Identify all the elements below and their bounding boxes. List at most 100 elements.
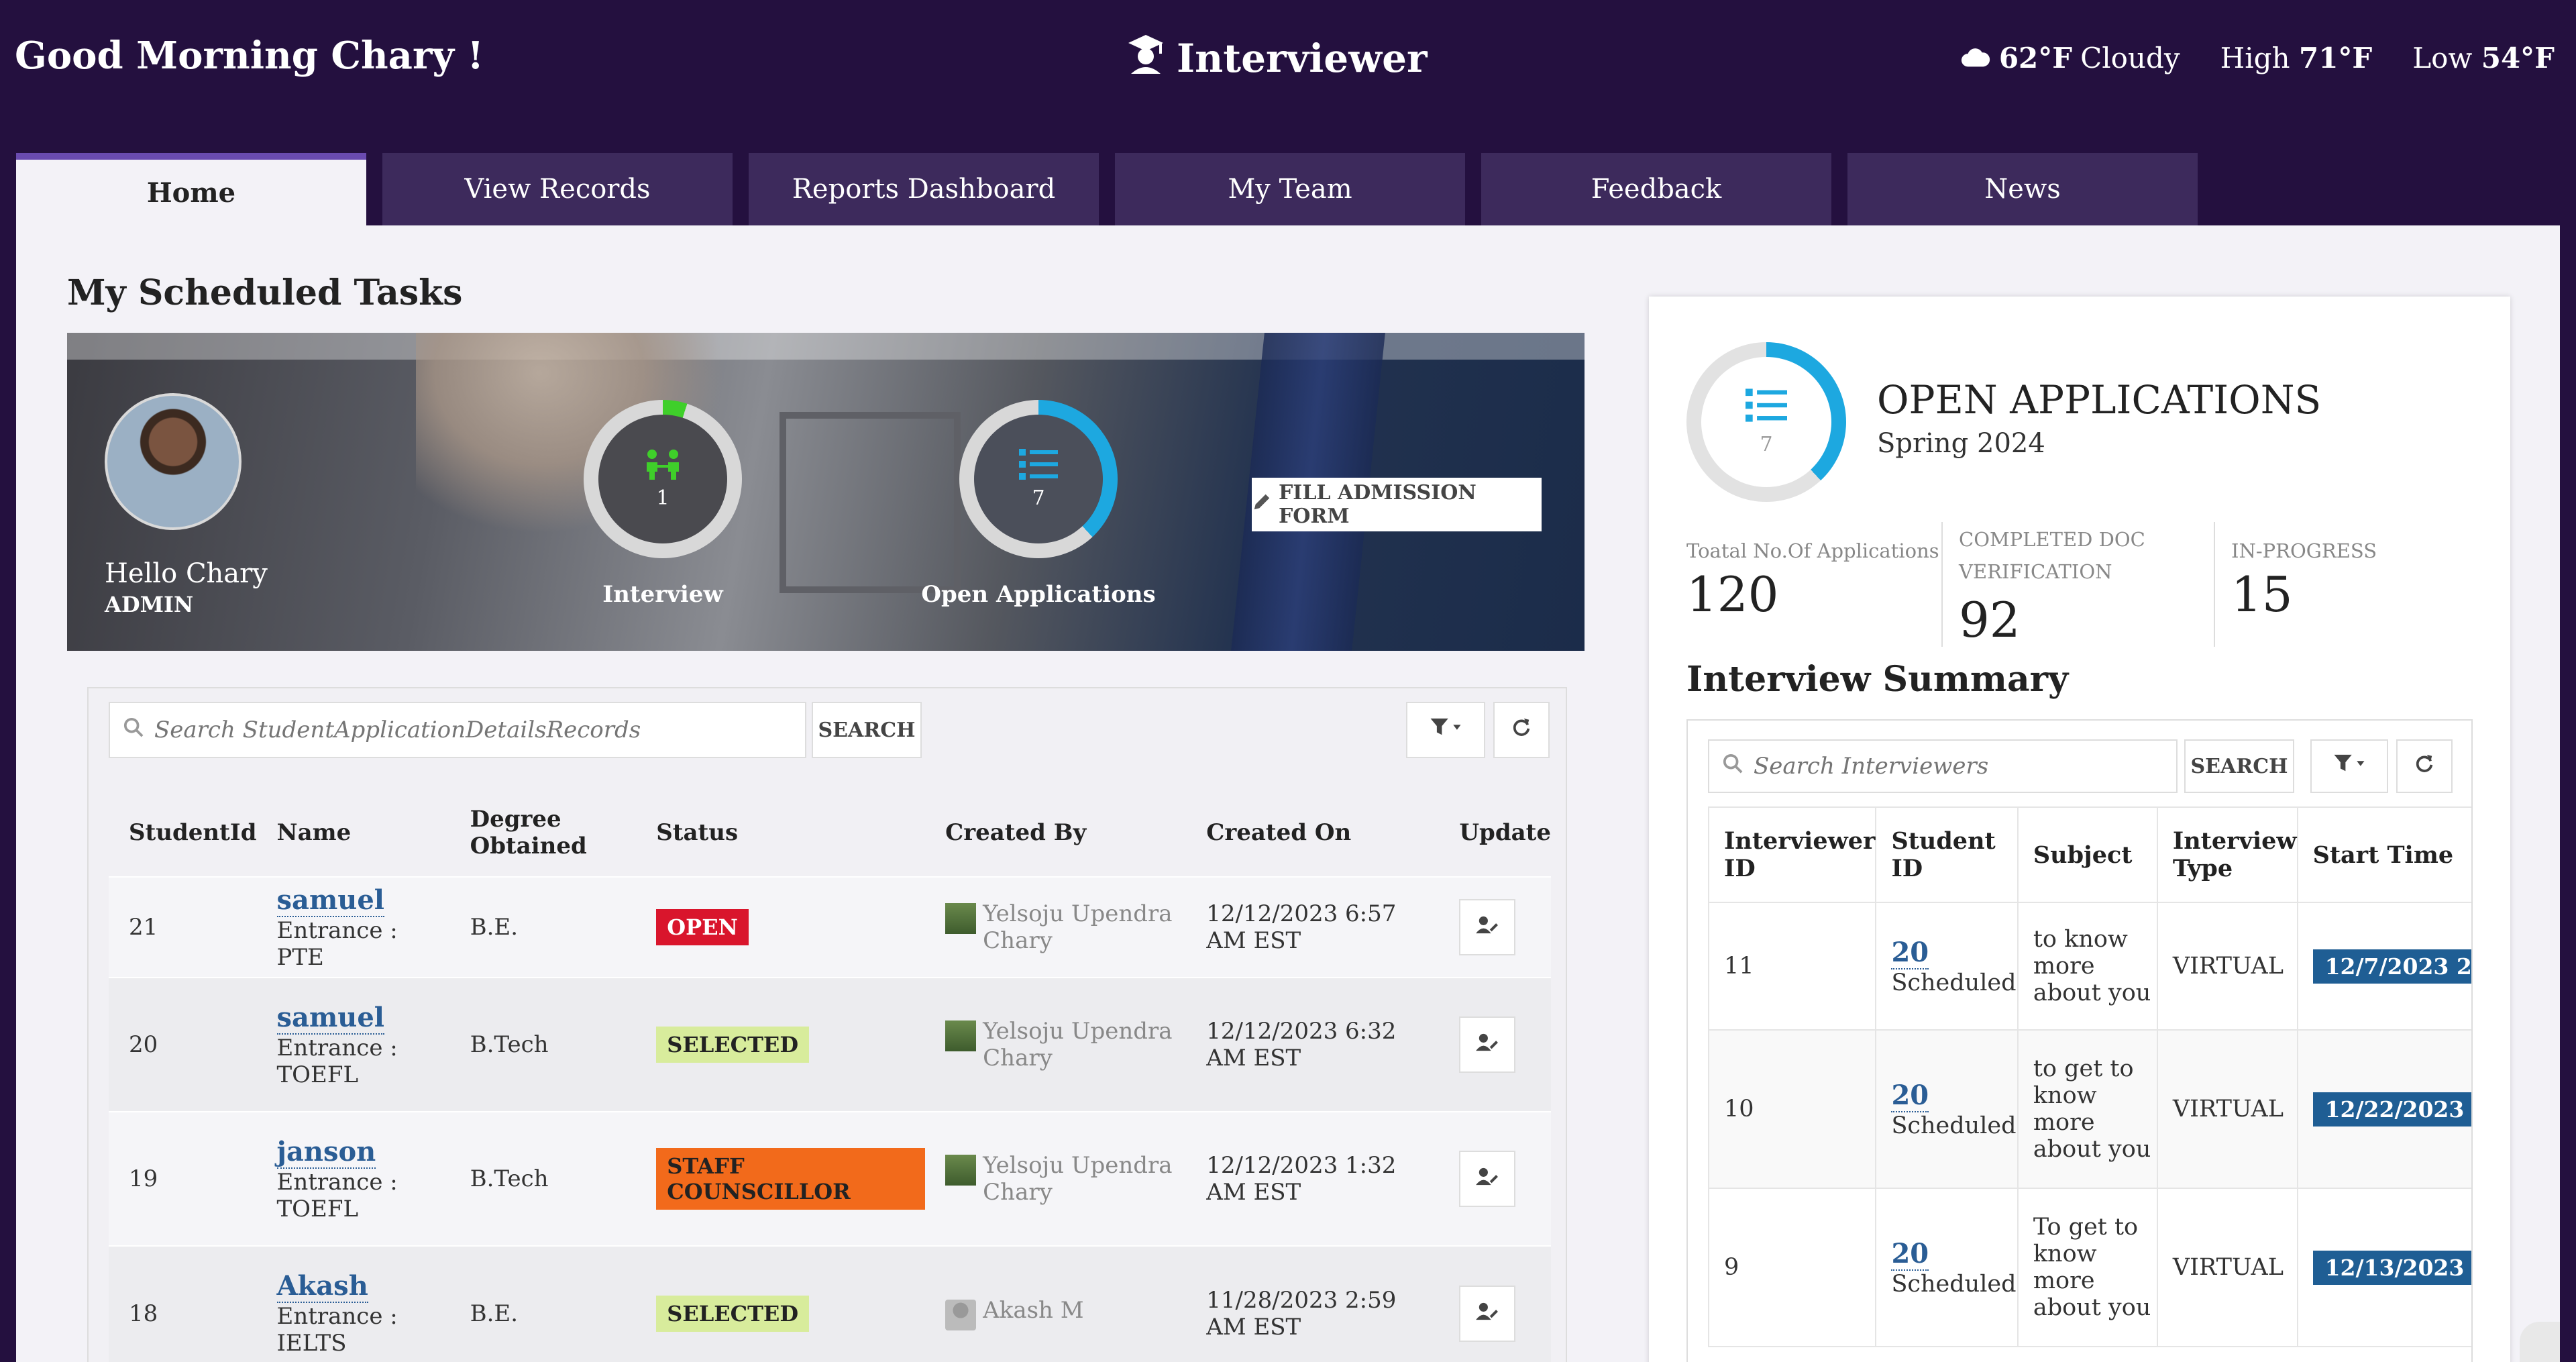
update-button[interactable] — [1459, 1016, 1516, 1073]
high-label: High — [2220, 42, 2290, 74]
high-temp: 71°F — [2298, 42, 2373, 74]
table-row: 21 samuel Entrance : PTE B.E. OPEN Yelsoj… — [109, 876, 1551, 978]
student-id-link[interactable]: 20 — [1891, 1080, 1929, 1112]
edit-user-icon — [1476, 1031, 1499, 1058]
degree: B.E. — [449, 876, 637, 978]
col-student-id[interactable]: Student ID — [1875, 806, 2019, 903]
open-applications-progress-ring: 7 — [1686, 342, 1846, 502]
start-time-badge: 12/7/2023 2: — [2312, 949, 2471, 984]
refresh-button[interactable] — [2396, 739, 2453, 793]
student-name-link[interactable]: janson — [276, 1136, 376, 1169]
status-badge: SELECTED — [656, 1027, 810, 1063]
weather-condition: Cloudy — [2080, 42, 2180, 74]
stat-completed-doc: COMPLETED DOC VERIFICATION 92 — [1959, 523, 2200, 648]
degree: B.Tech — [449, 1111, 637, 1246]
interview-type: VIRTUAL — [2156, 902, 2298, 1031]
filter-button[interactable] — [2310, 739, 2388, 793]
interview-state: Scheduled — [1891, 969, 2017, 996]
col-created-on[interactable]: Created On — [1186, 789, 1439, 877]
interviewers-search-input[interactable] — [1708, 739, 2178, 793]
table-row: 10 20 Scheduled to get to know more about… — [1707, 1029, 2471, 1189]
interviewers-search-field[interactable] — [1752, 752, 2163, 780]
col-status[interactable]: Status — [636, 789, 925, 877]
open-applications-ring[interactable]: 7 — [959, 400, 1118, 558]
cloud-icon — [1960, 42, 1991, 74]
created-on: 12/12/2023 6:57 AM EST — [1186, 876, 1440, 978]
student-id-link[interactable]: 20 — [1891, 1238, 1929, 1271]
stat-in-progress: IN-PROGRESS 15 — [2231, 523, 2473, 623]
filter-button[interactable] — [1406, 702, 1485, 758]
col-subject[interactable]: Subject — [2017, 806, 2158, 903]
col-interview-type[interactable]: Interview Type — [2156, 806, 2298, 903]
entrance: Entrance : IELTS — [276, 1303, 398, 1357]
student-name-link[interactable]: samuel — [276, 1002, 384, 1035]
col-interviewer-id[interactable]: Interviewer ID — [1707, 806, 1877, 903]
col-studentid[interactable]: StudentId — [109, 789, 257, 877]
open-applications-title: OPEN APPLICATIONS — [1877, 377, 2322, 423]
stat-total: Toatal No.Of Applications 120 — [1686, 523, 1941, 623]
table-header-row: Interviewer ID Student ID Subject Interv… — [1707, 806, 2471, 903]
tab-reports-dashboard[interactable]: Reports Dashboard — [749, 153, 1099, 225]
subject: To get to know more about you — [2017, 1188, 2158, 1347]
edit-user-icon — [1476, 1165, 1499, 1192]
greeting: Good Morning Chary ! — [15, 34, 484, 78]
student-id: 21 — [109, 876, 257, 978]
tab-view-records[interactable]: View Records — [382, 153, 733, 225]
hello-user: Hello Chary — [105, 558, 268, 589]
tab-home[interactable]: Home — [16, 153, 366, 225]
student-id-link[interactable]: 20 — [1891, 937, 1929, 970]
table-row: 18 Akash Entrance : IELTS B.E. SELECTED A… — [109, 1245, 1551, 1362]
stat-label: Toatal No.Of Applications — [1686, 539, 1939, 562]
interviewers-search-button[interactable]: SEARCH — [2184, 739, 2294, 793]
meeting-icon — [643, 449, 683, 482]
col-start-time[interactable]: Start Time — [2296, 806, 2471, 903]
interview-type: VIRTUAL — [2156, 1029, 2298, 1189]
update-button[interactable] — [1459, 899, 1516, 955]
stat-label: IN-PROGRESS — [2231, 539, 2377, 562]
student-name-link[interactable]: samuel — [276, 884, 384, 917]
stat-label: COMPLETED DOC VERIFICATION — [1959, 528, 2145, 583]
col-created-by[interactable]: Created By — [925, 789, 1186, 877]
brand[interactable]: Interviewer — [1127, 34, 1428, 83]
low-label: Low — [2412, 42, 2473, 74]
fill-admission-form-label: FILL ADMISSION FORM — [1279, 481, 1477, 528]
tab-my-team[interactable]: My Team — [1115, 153, 1465, 225]
interview-type: VIRTUAL — [2156, 1188, 2298, 1347]
records-search-button[interactable]: SEARCH — [812, 702, 922, 758]
interview-count: 1 — [656, 486, 669, 510]
student-name-link[interactable]: Akash — [276, 1270, 368, 1303]
table-row: 20 samuel Entrance : TOEFL B.Tech SELECTE… — [109, 977, 1551, 1112]
interview-state: Scheduled — [1891, 1112, 2017, 1139]
created-by: Yelsoju Upendra Chary — [983, 900, 1173, 954]
edit-user-icon — [1476, 914, 1499, 941]
weather-widget: 62°F Cloudy High 71°F Low 54°F — [1960, 42, 2555, 74]
fill-admission-form-button[interactable]: FILL ADMISSION FORM — [1252, 478, 1542, 531]
student-id: 19 — [109, 1111, 257, 1246]
main-content: My Scheduled Tasks Hello Chary ADMIN 1 I… — [16, 225, 2560, 1362]
interview-summary-table: Interviewer ID Student ID Subject Interv… — [1707, 806, 2471, 1347]
col-degree[interactable]: Degree Obtained — [450, 789, 637, 877]
open-applications-label: Open Applications — [921, 581, 1156, 608]
interview-label: Interview — [602, 581, 723, 608]
creator-avatar — [945, 903, 977, 934]
records-search-input[interactable] — [109, 702, 806, 758]
main-tabs: Home View Records Reports Dashboard My T… — [16, 153, 2198, 225]
records-search-field[interactable] — [153, 716, 769, 744]
refresh-icon — [1511, 717, 1532, 743]
start-time-badge: 12/22/2023 3 — [2312, 1092, 2471, 1127]
interview-ring[interactable]: 1 — [584, 400, 742, 558]
stat-value: 92 — [1959, 592, 2021, 648]
refresh-icon — [2414, 753, 2434, 779]
weather-temp: 62°F — [1998, 42, 2073, 74]
tab-feedback[interactable]: Feedback — [1481, 153, 1831, 225]
update-button[interactable] — [1459, 1285, 1516, 1342]
tab-news[interactable]: News — [1847, 153, 2198, 225]
refresh-button[interactable] — [1493, 702, 1550, 758]
update-button[interactable] — [1459, 1151, 1516, 1207]
created-by: Yelsoju Upendra Chary — [983, 1018, 1173, 1071]
edit-user-icon — [1476, 1300, 1499, 1327]
col-name[interactable]: Name — [257, 789, 450, 877]
scroll-corner — [2520, 1322, 2560, 1362]
stat-value: 15 — [2231, 566, 2293, 623]
user-role: ADMIN — [105, 592, 194, 617]
